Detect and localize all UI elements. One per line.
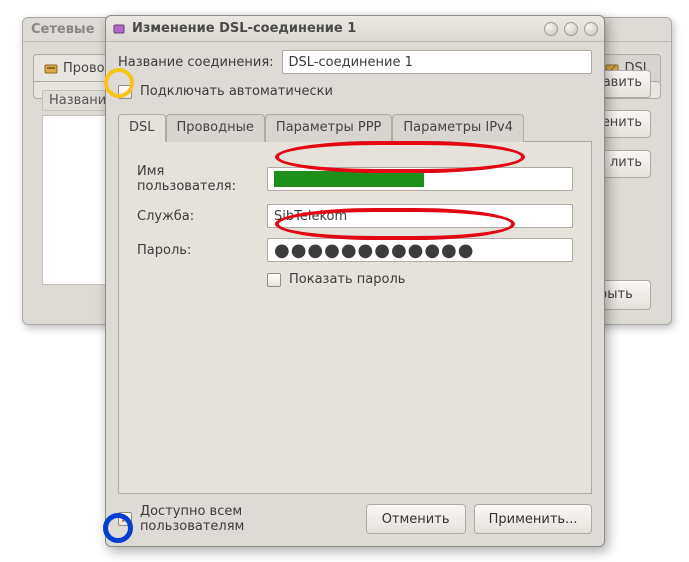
apply-button[interactable]: Применить... <box>474 504 592 534</box>
dialog-content: Название соединения: Подключать автомати… <box>106 42 604 546</box>
close-icon[interactable] <box>584 22 598 36</box>
show-password-label: Показать пароль <box>289 272 405 287</box>
password-row: Пароль: ●●●●●●●●●●●● <box>137 238 573 262</box>
password-mask: ●●●●●●●●●●●● <box>274 240 474 261</box>
tab-wired[interactable]: Проводные <box>166 114 265 142</box>
tab-ipv4[interactable]: Параметры IPv4 <box>392 114 524 142</box>
all-users-label: Доступно всем пользователям <box>140 504 350 534</box>
service-input[interactable] <box>267 204 573 228</box>
dialog-titlebar[interactable]: Изменение DSL-соединение 1 <box>106 16 604 42</box>
maximize-icon[interactable] <box>564 22 578 36</box>
password-input[interactable]: ●●●●●●●●●●●● <box>267 238 573 262</box>
dialog-bottom-bar: Доступно всем пользователям Отменить При… <box>118 494 592 534</box>
service-label: Служба: <box>137 209 267 224</box>
connection-name-row: Название соединения: <box>118 50 592 74</box>
ethernet-icon <box>44 62 58 76</box>
username-row: Имя пользователя: <box>137 164 573 194</box>
tab-body-dsl: Имя пользователя: Служба: Пароль: ●●●●●●… <box>118 142 592 494</box>
all-users-checkbox[interactable] <box>118 512 132 526</box>
show-password-checkbox[interactable] <box>267 273 281 287</box>
username-redaction <box>274 171 424 187</box>
dialog-tabs: DSL Проводные Параметры PPP Параметры IP… <box>118 113 592 142</box>
autoconnect-row: Подключать автоматически <box>118 84 592 99</box>
username-label: Имя пользователя: <box>137 164 267 194</box>
autoconnect-label: Подключать автоматически <box>140 84 333 99</box>
bg-column-header: Название <box>42 90 112 111</box>
service-row: Служба: <box>137 204 573 228</box>
tab-dsl[interactable]: DSL <box>118 114 166 142</box>
connection-name-input[interactable] <box>282 50 592 74</box>
bg-window-title: Сетевые <box>31 22 95 37</box>
autoconnect-checkbox[interactable] <box>118 85 132 99</box>
show-password-row: Показать пароль <box>267 272 573 287</box>
cancel-button[interactable]: Отменить <box>366 504 466 534</box>
password-label: Пароль: <box>137 243 267 258</box>
tab-ppp[interactable]: Параметры PPP <box>265 114 393 142</box>
dialog-title: Изменение DSL-соединение 1 <box>132 21 356 36</box>
connection-name-label: Название соединения: <box>118 55 274 70</box>
minimize-icon[interactable] <box>544 22 558 36</box>
dialog-app-icon <box>112 22 126 36</box>
edit-dsl-dialog: Изменение DSL-соединение 1 Название соед… <box>105 15 605 547</box>
username-input[interactable] <box>267 167 573 191</box>
